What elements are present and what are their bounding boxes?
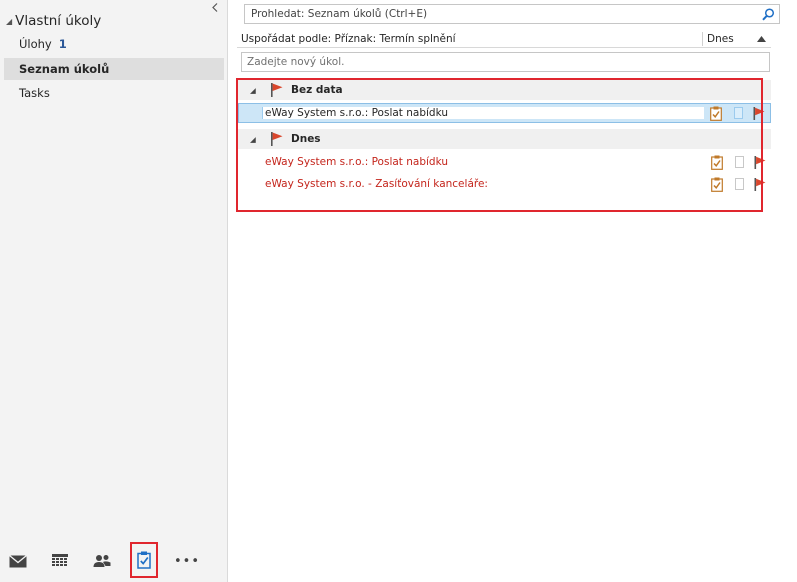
sort-order-button[interactable] xyxy=(751,35,771,42)
group-header-dnes[interactable]: ◢ Dnes xyxy=(238,129,771,149)
module-switcher: ••• xyxy=(0,539,227,582)
nav-item-seznam-ukolu[interactable]: Seznam úkolů xyxy=(4,58,224,80)
sort-header: Uspořádat podle: Příznak: Termín splnění… xyxy=(237,30,771,48)
search-button[interactable] xyxy=(757,5,779,23)
collapse-triangle-icon: ◢ xyxy=(250,134,256,144)
calendar-button[interactable] xyxy=(49,549,71,573)
task-subject[interactable]: eWay System s.r.o.: Poslat nabídku xyxy=(239,107,704,119)
search-box xyxy=(244,4,780,24)
expand-triangle-icon: ◢ xyxy=(6,16,13,26)
group-title: Dnes xyxy=(291,133,321,145)
nav-item-label: Úlohy xyxy=(19,37,52,51)
search-icon xyxy=(761,7,774,20)
new-task-input[interactable] xyxy=(242,54,769,70)
chevron-left-icon xyxy=(212,2,218,12)
people-icon xyxy=(93,555,111,567)
unread-count: 1 xyxy=(58,37,67,51)
flag-icon[interactable] xyxy=(749,177,771,191)
navigation-pane: ◢ Vlastní úkoly Úlohy 1 Seznam úkolů Tas… xyxy=(0,0,228,582)
task-row[interactable]: eWay System s.r.o.: Poslat nabídku xyxy=(238,152,771,172)
nav-item-tasks[interactable]: Tasks xyxy=(4,82,224,104)
new-task-box xyxy=(241,52,770,72)
more-modules-button[interactable]: ••• xyxy=(174,549,200,573)
more-icon: ••• xyxy=(174,553,201,569)
task-type-icon xyxy=(705,155,729,170)
flag-icon xyxy=(270,83,288,97)
group-header-bez-data[interactable]: ◢ Bez data xyxy=(238,80,771,100)
collapse-pane-button[interactable] xyxy=(208,1,222,13)
mail-button[interactable] xyxy=(7,549,29,573)
flag-icon[interactable] xyxy=(748,106,770,120)
task-complete-checkbox[interactable] xyxy=(728,107,748,119)
task-complete-checkbox[interactable] xyxy=(729,156,749,168)
task-subject[interactable]: eWay System s.r.o. - Zasíťování kancelář… xyxy=(238,178,705,190)
tasks-icon xyxy=(137,551,151,569)
nav-item-label: Tasks xyxy=(19,86,50,100)
sort-up-icon xyxy=(756,35,766,42)
task-type-icon xyxy=(704,106,728,121)
arrange-by-label[interactable]: Uspořádat podle: Příznak: Termín splnění xyxy=(237,33,702,45)
tasks-button[interactable] xyxy=(130,542,158,578)
group-title: Bez data xyxy=(291,84,343,96)
search-input[interactable] xyxy=(245,6,757,22)
nav-item-ulohy[interactable]: Úlohy 1 xyxy=(4,33,224,55)
folder-group-header[interactable]: ◢ Vlastní úkoly xyxy=(6,12,101,30)
mail-icon xyxy=(9,554,27,567)
folder-group-title: Vlastní úkoly xyxy=(15,13,102,29)
task-row[interactable]: eWay System s.r.o.: Poslat nabídku xyxy=(238,103,771,123)
flag-icon[interactable] xyxy=(749,155,771,169)
task-complete-checkbox[interactable] xyxy=(729,178,749,190)
nav-item-label: Seznam úkolů xyxy=(19,62,110,76)
task-type-icon xyxy=(705,177,729,192)
task-row[interactable]: eWay System s.r.o. - Zasíťování kancelář… xyxy=(238,174,771,194)
column-header-dnes[interactable]: Dnes xyxy=(703,33,751,45)
flag-icon xyxy=(270,132,288,146)
collapse-triangle-icon: ◢ xyxy=(250,85,256,95)
people-button[interactable] xyxy=(91,549,113,573)
task-subject[interactable]: eWay System s.r.o.: Poslat nabídku xyxy=(238,156,705,168)
calendar-icon xyxy=(52,554,68,566)
